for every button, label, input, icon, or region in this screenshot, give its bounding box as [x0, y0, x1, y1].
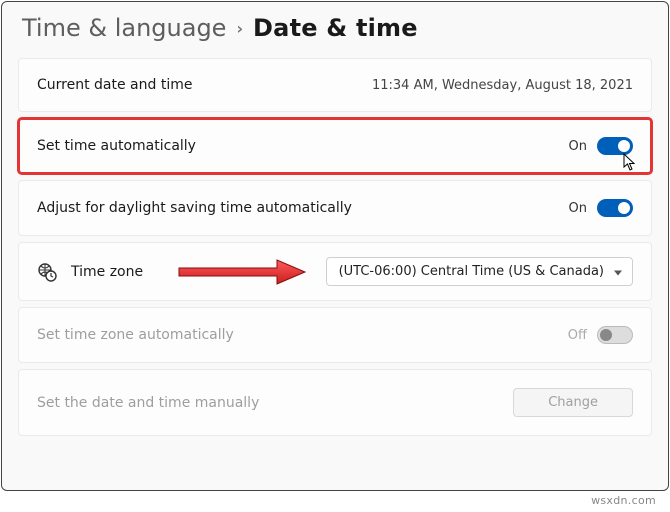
dst-toggle[interactable] — [597, 199, 633, 217]
row-time-zone: Time zone (UTC-06:00) Central Time (US &… — [18, 242, 652, 301]
globe-clock-icon — [37, 262, 57, 282]
set-tz-auto-state: Off — [568, 328, 587, 343]
row-set-tz-automatically: Set time zone automatically Off — [18, 307, 652, 363]
set-manually-label: Set the date and time manually — [37, 395, 259, 411]
chevron-right-icon: › — [236, 19, 243, 38]
dst-label: Adjust for daylight saving time automati… — [37, 200, 352, 216]
watermark: wsxdn.com — [591, 494, 656, 507]
current-datetime-label: Current date and time — [37, 77, 192, 93]
breadcrumb-current: Date & time — [253, 14, 418, 42]
breadcrumb: Time & language › Date & time — [18, 14, 652, 42]
change-button[interactable]: Change — [513, 388, 633, 417]
time-zone-label: Time zone — [71, 264, 143, 280]
set-time-auto-label: Set time automatically — [37, 138, 196, 154]
breadcrumb-parent[interactable]: Time & language — [22, 14, 226, 42]
arrow-annotation-icon — [177, 257, 307, 287]
row-dst-automatically: Adjust for daylight saving time automati… — [18, 180, 652, 236]
set-time-auto-state: On — [569, 139, 587, 154]
row-set-time-automatically: Set time automatically On — [18, 118, 652, 174]
set-tz-auto-label: Set time zone automatically — [37, 327, 234, 343]
set-tz-auto-toggle[interactable] — [597, 326, 633, 344]
cursor-icon — [623, 153, 637, 171]
dst-state: On — [569, 201, 587, 216]
time-zone-selected: (UTC-06:00) Central Time (US & Canada) — [339, 264, 604, 279]
current-datetime-value: 11:34 AM, Wednesday, August 18, 2021 — [372, 78, 633, 93]
settings-window: Time & language › Date & time Current da… — [1, 1, 669, 491]
row-set-manually: Set the date and time manually Change — [18, 369, 652, 436]
time-zone-dropdown[interactable]: (UTC-06:00) Central Time (US & Canada) — [326, 257, 633, 286]
row-current-datetime: Current date and time 11:34 AM, Wednesda… — [18, 58, 652, 112]
